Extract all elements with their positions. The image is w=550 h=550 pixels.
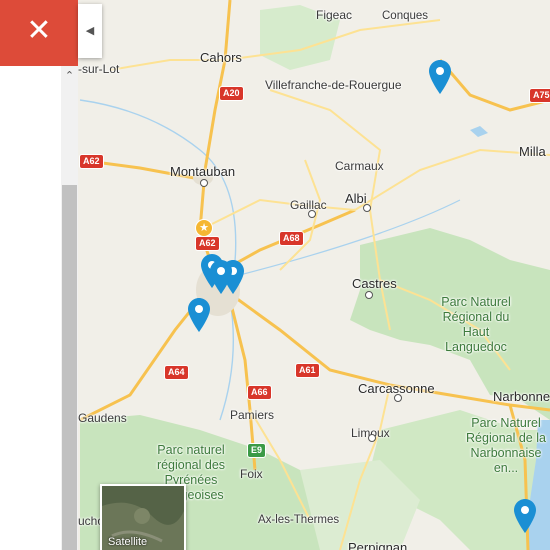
town-label: Narbonne [493,389,550,404]
satellite-toggle-button[interactable]: Satellite [100,484,186,550]
town-label: Gaillac [290,198,327,212]
road-shield: A62 [196,237,219,250]
town-dot [200,179,208,187]
star-icon[interactable]: ★ [196,220,212,236]
town-dot [363,204,371,212]
map-pin-icon[interactable] [188,298,210,332]
town-dot [308,210,316,218]
close-button[interactable]: ✕ [0,0,78,66]
town-label: Ax-les-Thermes [258,514,340,526]
town-label: Perpignan [348,540,408,550]
road-shield: A62 [80,155,103,168]
map-pin-icon[interactable] [514,499,536,533]
park-label: Parc Naturel Régional de la Narbonnaise … [466,416,546,475]
map-canvas[interactable]: Figeac Conques Cahors -sur-Lot Villefran… [0,0,550,550]
town-label: Gaudens [78,411,127,425]
road-shield: A75 [530,89,550,102]
town-label: Cahors [200,50,242,65]
park-label: Parc Naturel Régional du Haut Languedoc [441,295,511,354]
close-x-icon: ✕ [26,14,52,47]
road-shield: A66 [248,386,271,399]
collapse-panel-button[interactable]: ◀ [78,4,102,58]
town-label: Conques [382,10,429,22]
town-dot [368,434,376,442]
map-pin-icon[interactable] [429,60,451,94]
town-label: Montauban [170,164,236,179]
town-label: Milla [519,144,546,159]
road-shield: A64 [165,366,188,379]
town-label: Castres [352,276,397,291]
road-shield: A61 [296,364,319,377]
town-label: Figeac [316,8,353,22]
scroll-up-arrow-icon[interactable]: ⌃ [61,68,78,84]
town-label: -sur-Lot [78,62,120,76]
town-label: Carmaux [335,159,384,173]
town-label: Foix [240,467,263,481]
scrollbar-thumb[interactable] [62,185,77,550]
road-shield: A68 [280,232,303,245]
satellite-label: Satellite [108,536,148,548]
side-panel: ✕ ⌃ [0,0,78,550]
town-label: Albi [345,191,367,206]
road-shield: E9 [248,444,266,457]
triangle-left-icon: ◀ [85,25,95,37]
map-pin-icon[interactable] [210,260,232,294]
town-dot [394,394,402,402]
town-label: Villefranche-de-Rouergue [265,78,402,92]
town-dot [365,291,373,299]
town-label: Pamiers [230,408,275,422]
road-shield: A20 [220,87,243,100]
